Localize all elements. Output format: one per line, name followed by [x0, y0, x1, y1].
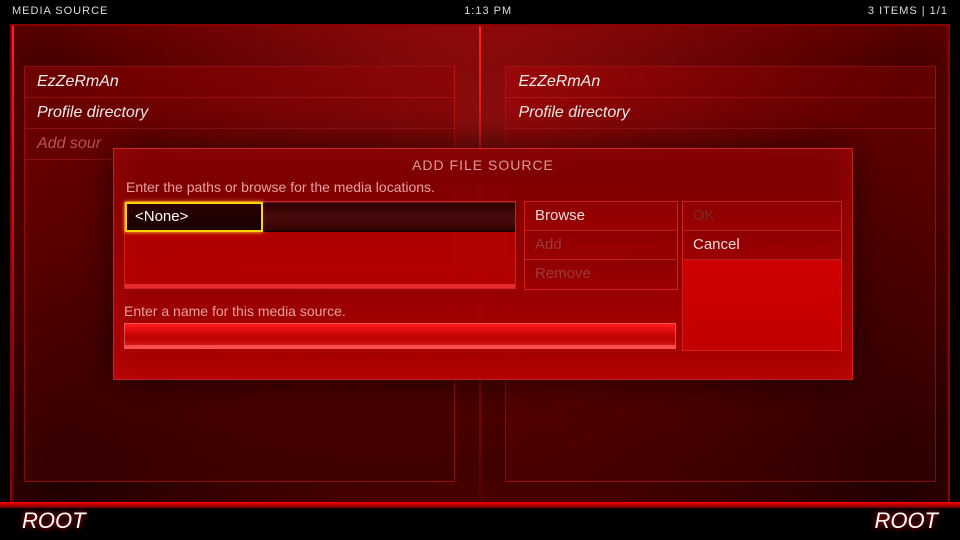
- footer-divider: [0, 502, 960, 508]
- list-item[interactable]: EzZeRmAn: [25, 67, 454, 98]
- add-file-source-dialog: ADD FILE SOURCE Enter the paths or brows…: [113, 148, 853, 380]
- path-input-extend[interactable]: [263, 202, 515, 232]
- top-status-bar: MEDIA SOURCE 1:13 PM 3 ITEMS | 1/1: [0, 0, 960, 22]
- item-count: 3 ITEMS | 1/1: [868, 5, 948, 17]
- list-item[interactable]: Profile directory: [506, 98, 935, 129]
- clock: 1:13 PM: [464, 5, 512, 17]
- confirm-spacer: [683, 260, 841, 350]
- browse-button[interactable]: Browse: [525, 202, 677, 231]
- cancel-button[interactable]: Cancel: [683, 231, 841, 260]
- paths-prompt: Enter the paths or browse for the media …: [126, 179, 840, 195]
- path-actions: Browse Add Remove: [524, 201, 678, 290]
- ok-button[interactable]: OK: [683, 202, 841, 231]
- add-path-button[interactable]: Add: [525, 231, 677, 260]
- list-item[interactable]: Profile directory: [25, 98, 454, 129]
- list-item[interactable]: EzZeRmAn: [506, 67, 935, 98]
- context-label: MEDIA SOURCE: [12, 5, 108, 17]
- dialog-title: ADD FILE SOURCE: [124, 157, 842, 173]
- footer: ROOT ROOT: [0, 508, 960, 534]
- path-list: <None>: [124, 201, 516, 289]
- footer-right-label: ROOT: [874, 508, 938, 534]
- footer-left-label: ROOT: [22, 508, 86, 534]
- dialog-body: <None> Enter a name for this media sourc…: [124, 201, 842, 371]
- path-input[interactable]: <None>: [125, 202, 263, 232]
- source-name-input[interactable]: [124, 323, 676, 349]
- confirm-actions: OK Cancel: [682, 201, 842, 351]
- name-prompt: Enter a name for this media source.: [124, 303, 676, 319]
- remove-path-button[interactable]: Remove: [525, 260, 677, 289]
